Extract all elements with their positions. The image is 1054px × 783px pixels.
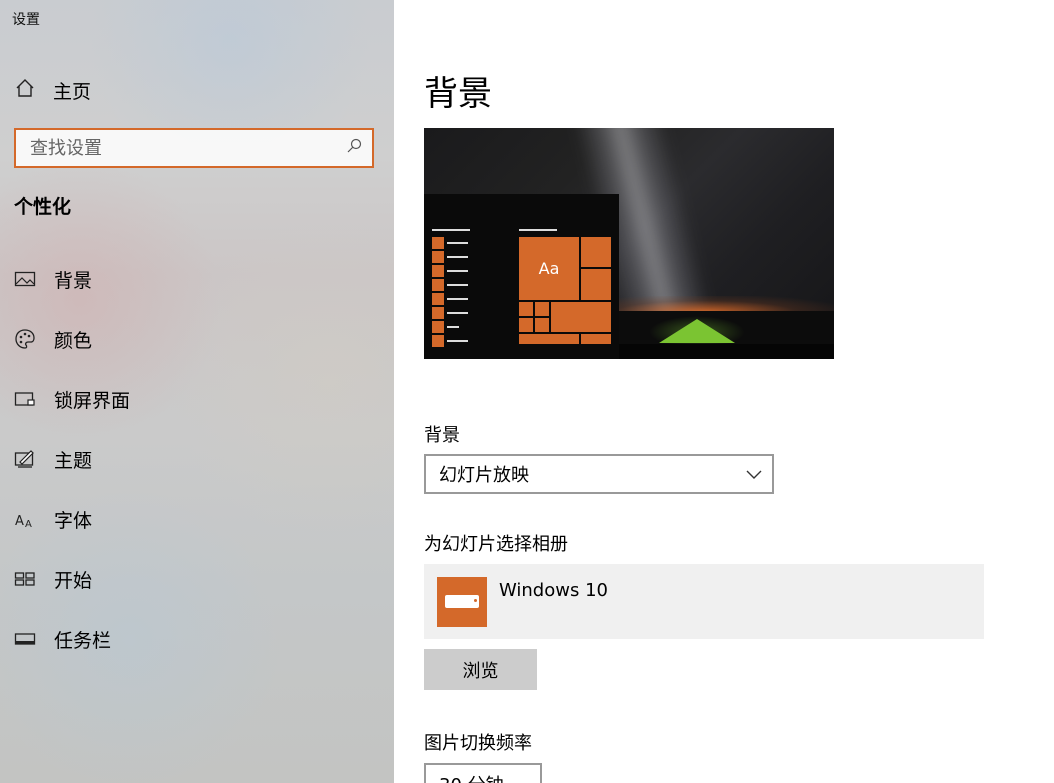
album-label: 为幻灯片选择相册	[424, 534, 568, 555]
start-menu-line	[447, 312, 468, 314]
drive	[445, 595, 479, 608]
sidebar-item-themes[interactable]: 主题	[14, 444, 92, 474]
start-icon	[14, 568, 36, 590]
start-menu-line	[447, 284, 468, 286]
album-item[interactable]: Windows 10	[424, 564, 984, 639]
preview-start-menu: Aa	[424, 194, 619, 359]
start-menu-app-icon	[432, 335, 444, 347]
sidebar-item-label: 主页	[53, 80, 92, 103]
sidebar-item-fonts[interactable]: AA 字体	[14, 504, 92, 534]
window-title: 设置	[12, 12, 40, 28]
start-menu-line	[447, 340, 468, 342]
palette-icon	[14, 328, 36, 350]
start-menu-app-icon	[432, 307, 444, 319]
search-input[interactable]	[30, 137, 330, 159]
tent	[659, 319, 735, 343]
home-icon	[14, 77, 36, 103]
preview-tile	[519, 334, 579, 344]
sidebar-item-background[interactable]: 背景	[14, 264, 92, 294]
background-dropdown-value: 幻灯片放映	[439, 465, 529, 486]
preview-tile	[535, 302, 549, 316]
sidebar-item-label: 背景	[54, 269, 93, 292]
start-menu-app-icon	[432, 293, 444, 305]
browse-button[interactable]: 浏览	[424, 649, 537, 690]
sidebar-item-label: 锁屏界面	[54, 389, 131, 412]
start-menu-app-icon	[432, 279, 444, 291]
start-menu-line	[447, 256, 468, 258]
picture-icon	[14, 268, 36, 290]
start-menu-line	[519, 229, 557, 231]
preview-tile	[519, 302, 533, 316]
page-title: 背景	[424, 74, 492, 114]
start-menu-line	[447, 326, 459, 328]
font-icon: AA	[14, 508, 36, 530]
background-dropdown[interactable]: 幻灯片放映	[424, 454, 774, 494]
sidebar-item-taskbar[interactable]: 任务栏	[14, 624, 111, 654]
sidebar-item-label: 字体	[54, 509, 93, 532]
svg-text:A: A	[25, 519, 32, 530]
section-title: 个性化	[14, 196, 72, 218]
start-menu-app-icon	[432, 321, 444, 333]
preview-tile-aa: Aa	[519, 237, 579, 300]
background-preview: Aa	[424, 128, 834, 359]
preview-tile	[581, 269, 611, 300]
search-box[interactable]	[14, 128, 374, 168]
chevron-down-icon	[746, 465, 762, 484]
album-name: Windows 10	[499, 580, 608, 601]
sidebar-item-label: 开始	[54, 569, 93, 592]
sidebar-item-lock-screen[interactable]: 锁屏界面	[14, 384, 130, 414]
svg-text:A: A	[15, 514, 24, 529]
theme-icon	[14, 448, 36, 470]
lock-screen-icon	[14, 388, 36, 410]
sidebar: 设置 主页 个性化 背景 颜色 锁屏界面 主题	[0, 0, 394, 783]
chevron-down-icon	[514, 779, 530, 783]
preview-tile	[581, 334, 611, 344]
main-content: 背景 Aa 背景 幻灯片放映 为幻灯片选择相册 Windows 10 浏览 图片…	[394, 0, 1054, 783]
start-menu-app-icon	[432, 237, 444, 249]
drive-icon	[437, 577, 487, 627]
sidebar-item-label: 主题	[54, 449, 93, 472]
preview-tile	[535, 318, 549, 332]
sidebar-item-label: 任务栏	[54, 629, 112, 652]
drive-dot	[474, 599, 477, 602]
sidebar-item-start[interactable]: 开始	[14, 564, 92, 594]
sidebar-item-colors[interactable]: 颜色	[14, 324, 92, 354]
sidebar-item-home[interactable]: 主页	[14, 76, 91, 104]
preview-tile	[581, 237, 611, 267]
background-label: 背景	[424, 425, 460, 446]
interval-label: 图片切换频率	[424, 733, 532, 754]
start-menu-app-icon	[432, 251, 444, 263]
preview-tile	[519, 318, 533, 332]
taskbar-icon	[14, 628, 36, 650]
start-menu-line	[447, 298, 468, 300]
interval-dropdown-value: 30 分钟	[439, 771, 504, 783]
preview-tile	[551, 302, 611, 332]
search-icon[interactable]	[346, 138, 362, 158]
start-menu-line	[432, 229, 470, 231]
start-menu-line	[447, 270, 468, 272]
interval-dropdown[interactable]: 30 分钟	[424, 763, 542, 783]
sidebar-item-label: 颜色	[54, 329, 93, 352]
start-menu-line	[447, 242, 468, 244]
start-menu-app-icon	[432, 265, 444, 277]
